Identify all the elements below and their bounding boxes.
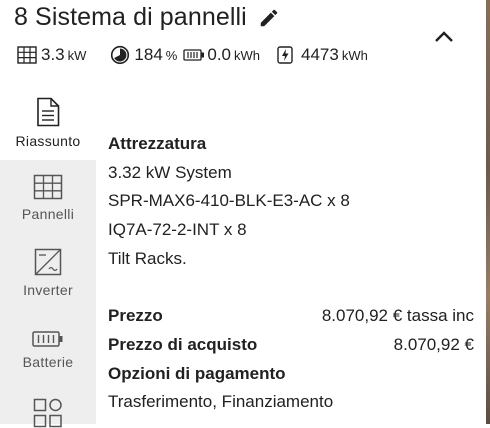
offset-stat: 184 % — [110, 45, 177, 65]
payment-options-value: Trasferimento, Finanziamento — [108, 392, 334, 412]
battery-unit: kWh — [234, 48, 260, 63]
offset-value: 184 — [134, 45, 163, 64]
collapse-button[interactable] — [430, 24, 458, 48]
equipment-heading: Attrezzatura — [108, 134, 207, 153]
battery-icon — [32, 331, 63, 347]
nav-item-pannelli[interactable]: Pannelli — [0, 174, 96, 222]
equipment-item: 3.32 kW System — [108, 162, 232, 182]
nav-item-riassunto[interactable]: Riassunto — [0, 84, 96, 160]
nav-label: Riassunto — [15, 133, 81, 149]
battery-value: 0.0 — [207, 45, 231, 64]
summary-content: Attrezzatura 3.32 kW System SPR-MAX6-410… — [108, 130, 474, 417]
document-icon — [37, 97, 60, 127]
price-value: 8.070,92 € tassa inc — [321, 306, 474, 326]
battery-stat: 0.0 kWh — [183, 45, 260, 65]
page-title: 8 Sistema di pannelli — [14, 3, 247, 31]
equipment-item: Tilt Racks. — [108, 248, 187, 268]
nav-label: Inverter — [23, 282, 73, 298]
panel-system-header: 8 Sistema di pannelli — [14, 3, 282, 32]
production-stat: 4473 kWh — [276, 45, 368, 65]
solar-grid-icon — [17, 46, 37, 64]
production-unit: kWh — [341, 48, 368, 63]
offset-unit: % — [165, 48, 178, 63]
edit-button[interactable] — [256, 5, 282, 31]
equipment-item: IQ7A-72-2-INT x 8 — [108, 220, 247, 240]
inverter-icon — [34, 248, 62, 276]
side-navigation: Riassunto Pannelli Inverter Batterie — [0, 84, 96, 428]
chevron-up-icon — [435, 31, 453, 42]
pencil-icon — [260, 9, 278, 26]
background-edge — [486, 0, 490, 424]
power-value: 3.3 — [41, 45, 65, 64]
battery-icon — [183, 48, 205, 62]
power-unit: kW — [67, 48, 87, 63]
purchase-price-row: Prezzo di acquisto 8.070,92 € — [108, 331, 474, 360]
offset-pie-icon — [110, 45, 130, 65]
nav-label: Pannelli — [21, 206, 75, 222]
nav-label: Batterie — [22, 354, 74, 370]
price-row: Prezzo 8.070,92 € tassa inc — [108, 302, 474, 331]
purchase-price-label: Prezzo di acquisto — [108, 334, 258, 354]
production-value: 4473 — [301, 45, 339, 64]
price-label: Prezzo — [108, 306, 163, 326]
nav-item-inverter[interactable]: Inverter — [0, 248, 96, 298]
payment-options-heading: Opzioni di pagamento — [108, 363, 286, 383]
purchase-price-value: 8.070,92 € — [393, 334, 474, 354]
grid-icon — [33, 174, 63, 200]
equipment-item: SPR-MAX6-410-BLK-E3-AC x 8 — [108, 191, 350, 211]
lightning-icon — [276, 45, 294, 65]
power-stat: 3.3 kW — [17, 45, 86, 65]
system-stats: 3.3 kW 184 % 0.0 kWh 4473 kWh — [17, 44, 368, 66]
nav-item-batterie[interactable]: Batterie — [0, 330, 96, 370]
